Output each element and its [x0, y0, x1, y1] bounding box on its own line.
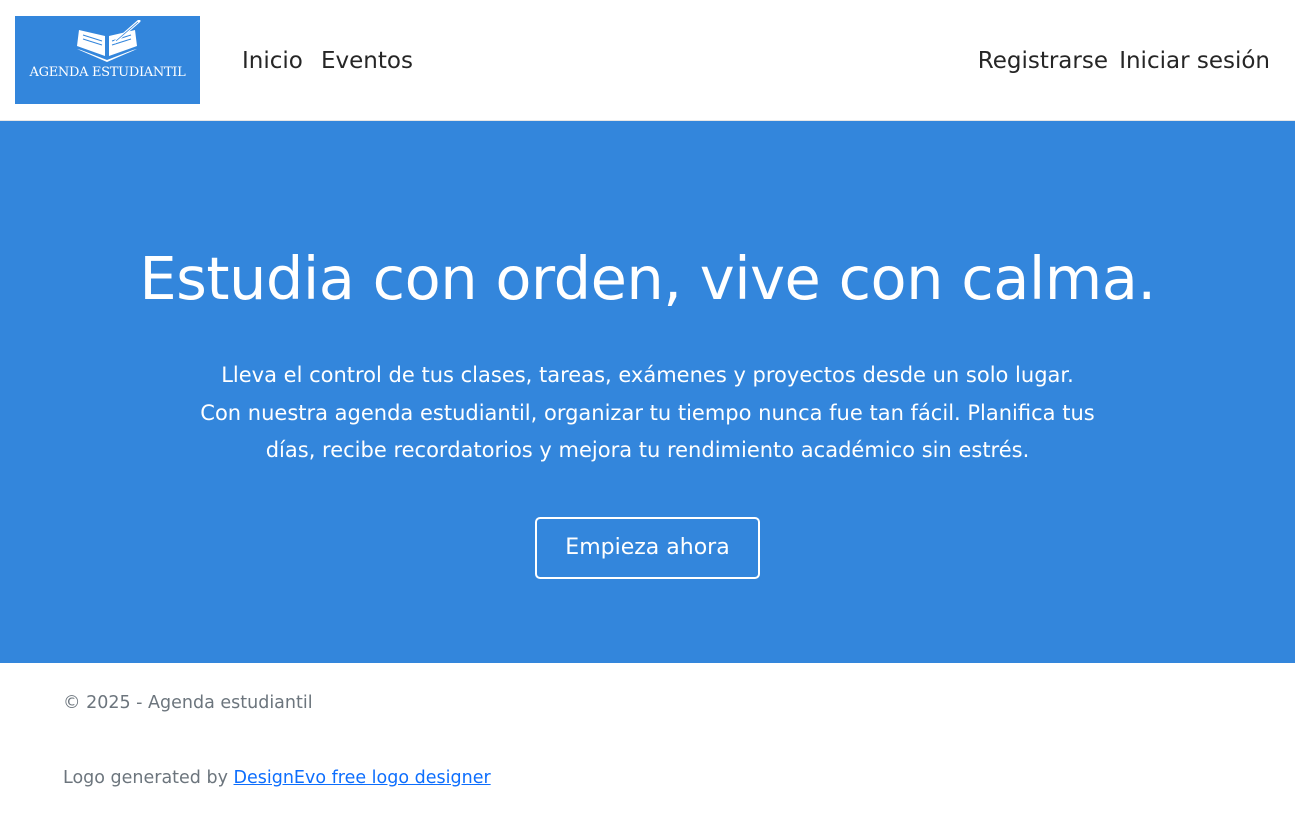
hero-section: Estudia con orden, vive con calma. Lleva…: [0, 121, 1295, 663]
nav-link-iniciar-sesion[interactable]: Iniciar sesión: [1119, 44, 1270, 78]
brand-logo[interactable]: AGENDA ESTUDIANTIL: [15, 16, 200, 104]
hero-title: Estudia con orden, vive con calma.: [139, 244, 1156, 313]
nav-link-inicio[interactable]: Inicio: [242, 44, 303, 78]
credit-prefix: Logo generated by: [63, 768, 234, 788]
logo-text: AGENDA ESTUDIANTIL: [29, 65, 186, 80]
nav-link-registrarse[interactable]: Registrarse: [978, 44, 1108, 78]
designevo-link[interactable]: DesignEvo free logo designer: [234, 768, 491, 788]
open-book-pen-icon: [77, 20, 141, 62]
hero-description: Lleva el control de tus clases, tareas, …: [200, 363, 1095, 462]
nav-link-eventos[interactable]: Eventos: [321, 44, 413, 78]
footer-copyright: © 2025 - Agenda estudiantil: [63, 693, 313, 713]
footer-logo-credit: Logo generated by DesignEvo free logo de…: [63, 765, 491, 791]
empieza-ahora-button[interactable]: Empieza ahora: [535, 517, 760, 579]
top-navbar: AGENDA ESTUDIANTIL Inicio Eventos Regist…: [0, 0, 1295, 121]
